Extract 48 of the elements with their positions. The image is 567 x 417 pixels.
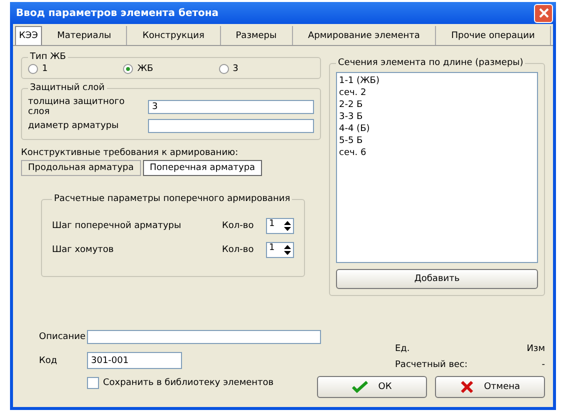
spin-arrows-icon xyxy=(284,245,291,255)
group-title: Защитный слой xyxy=(29,83,106,93)
input-field[interactable] xyxy=(148,119,314,133)
radio-option[interactable]: 3 xyxy=(218,64,314,74)
unit-label: Кол-во xyxy=(222,221,255,231)
spin-field[interactable]: 1 xyxy=(266,218,294,234)
spin-field[interactable]: 1 xyxy=(266,242,294,258)
spin-arrows-icon xyxy=(284,221,291,231)
list-item[interactable]: 2-2 Б xyxy=(339,99,535,111)
field-label: Шаг поперечной арматуры xyxy=(52,221,182,231)
radio-button[interactable] xyxy=(218,64,229,74)
info-label: Ед. xyxy=(395,344,410,354)
list-item[interactable]: 5-5 Б xyxy=(339,135,535,147)
radio-button[interactable] xyxy=(28,64,38,74)
list-item[interactable]: 3-3 Б xyxy=(339,111,535,123)
cross-icon xyxy=(460,380,474,394)
group-title: Расчетные параметры поперечного армирования xyxy=(53,194,292,204)
field-label: Код xyxy=(38,356,58,366)
field-label: Шаг хомутов xyxy=(52,245,115,255)
info-label: Расчетный вес: xyxy=(395,360,468,370)
radio-option[interactable]: 1 xyxy=(28,64,124,74)
field-label: толщина защитного слоя xyxy=(28,97,126,117)
list-item[interactable]: сеч. 2 xyxy=(339,87,535,99)
window-title: Ввод параметров элемента бетона xyxy=(16,8,219,18)
info-value: Изм xyxy=(526,344,545,354)
group-title: Тип ЖБ xyxy=(29,52,67,62)
unit-label: Кол-во xyxy=(222,245,255,255)
cancel-button[interactable]: Отмена xyxy=(435,376,545,398)
list-item[interactable]: сеч. 6 xyxy=(339,147,535,159)
ok-button[interactable]: ОК xyxy=(317,376,427,398)
radio-option[interactable]: ЖБ xyxy=(123,64,219,74)
close-icon xyxy=(538,7,550,19)
tab[interactable]: Продольная арматура xyxy=(21,160,141,176)
tab[interactable]: Поперечная арматура xyxy=(142,160,262,176)
section-label: Конструктивные требования к армированию: xyxy=(21,148,240,158)
add-button[interactable]: Добавить xyxy=(336,269,538,289)
info-value: - xyxy=(542,360,545,370)
checkmark-icon xyxy=(352,381,368,393)
list-item[interactable]: 4-4 (Б) xyxy=(339,123,535,135)
input-field[interactable]: 3 xyxy=(148,100,314,114)
list-item[interactable]: 1-1 (ЖБ) xyxy=(339,75,535,87)
field-label: Описание xyxy=(38,332,87,342)
tab[interactable]: КЭЭ xyxy=(15,26,42,45)
code-field[interactable]: 301-001 xyxy=(87,352,182,369)
group-title: Сечения элемента по длине (размеры) xyxy=(337,58,524,68)
close-button[interactable] xyxy=(534,4,553,22)
field-label: диаметр арматуры xyxy=(28,121,120,131)
description-field[interactable] xyxy=(87,330,321,344)
